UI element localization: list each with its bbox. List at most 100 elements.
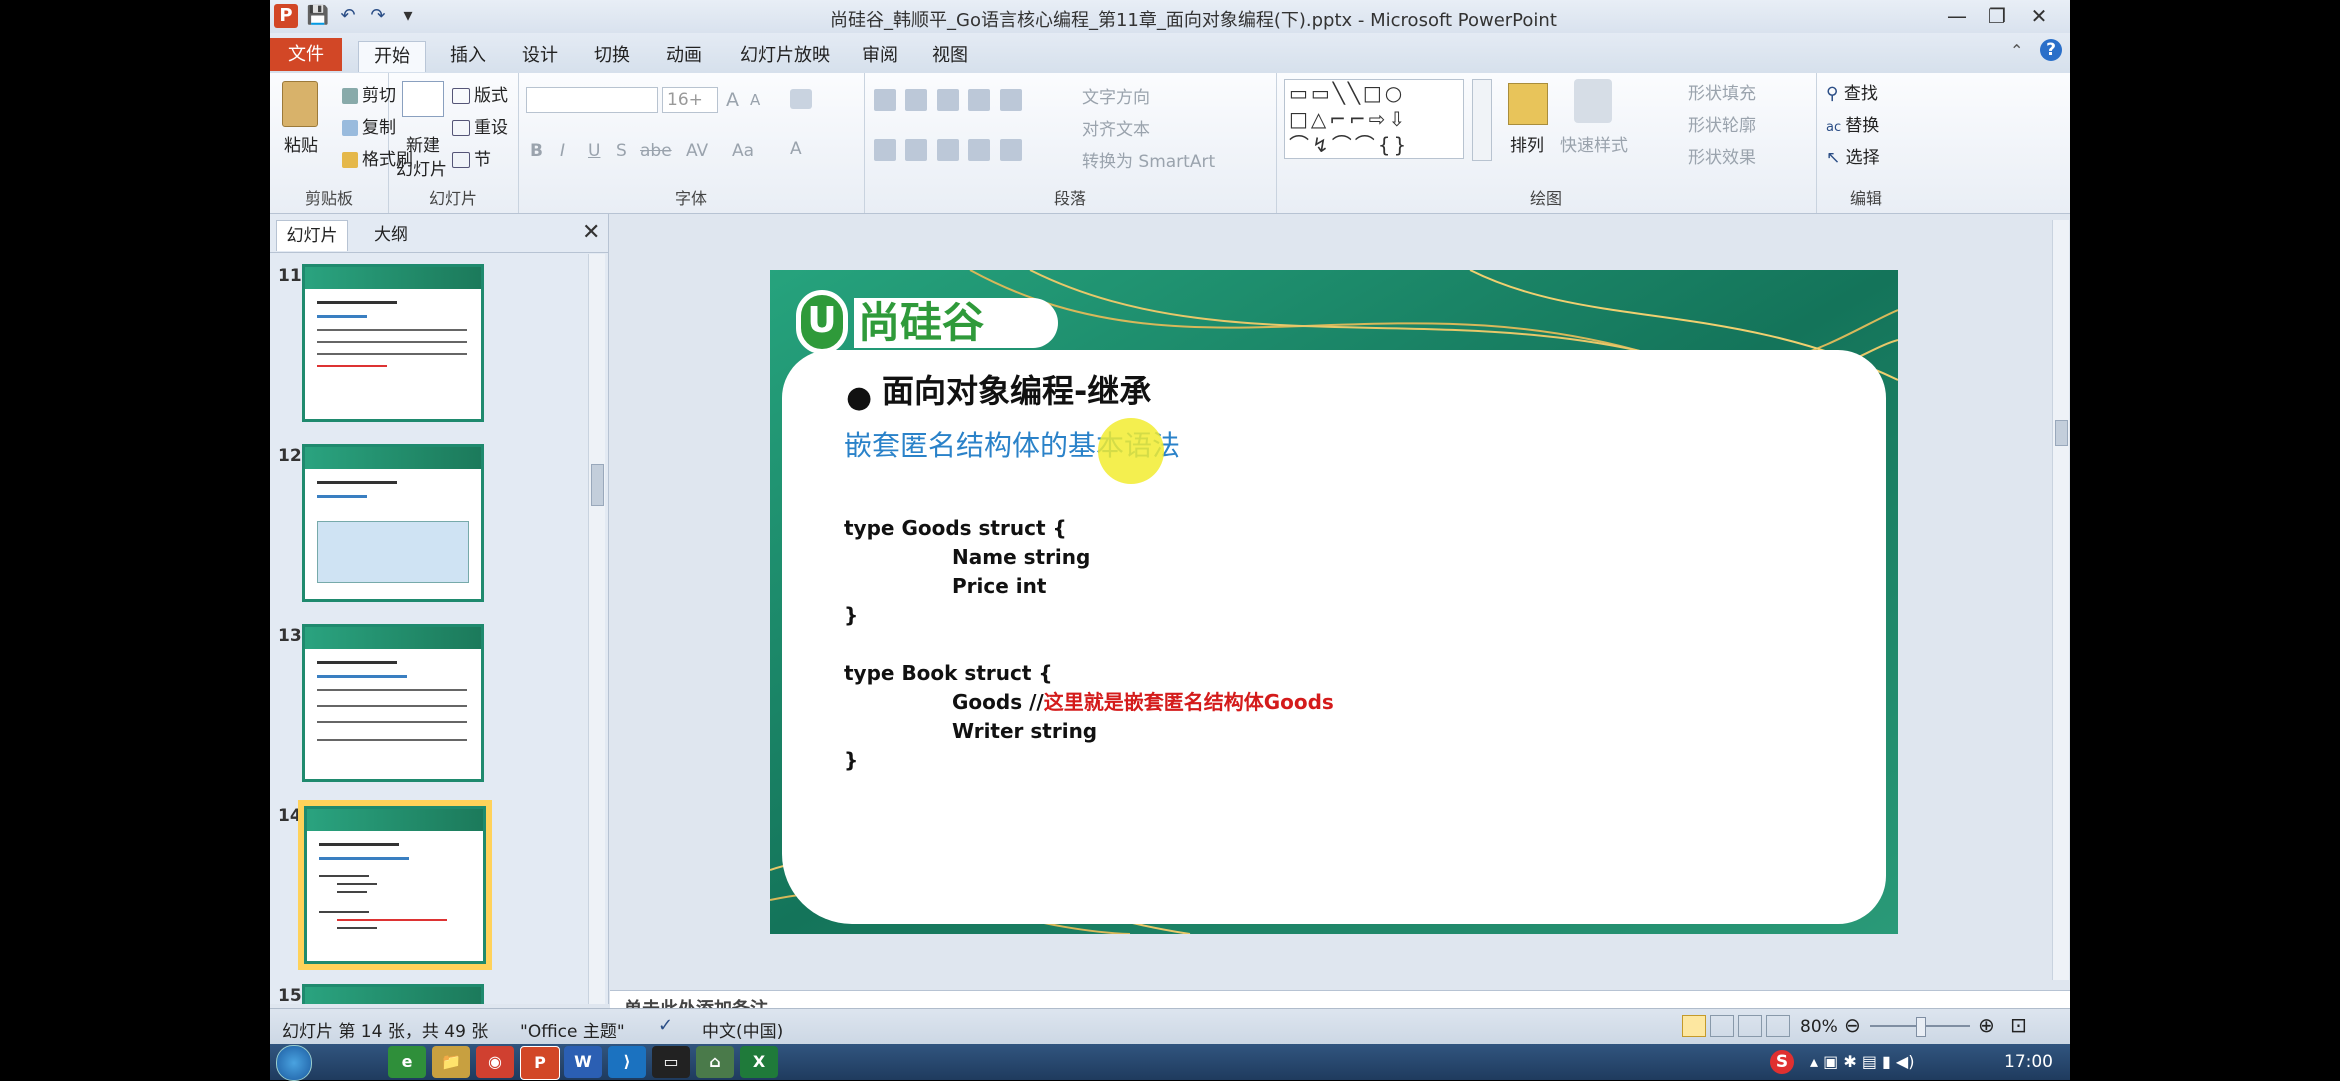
slide-thumbnail[interactable]	[302, 624, 484, 782]
tab-slides[interactable]: 幻灯片	[276, 220, 348, 251]
tab-view[interactable]: 视图	[920, 41, 980, 71]
tab-slideshow[interactable]: 幻灯片放映	[730, 41, 840, 71]
quick-styles-icon[interactable]	[1574, 79, 1612, 123]
arrange-button[interactable]: 排列	[1510, 131, 1544, 156]
shapes-gallery[interactable]: ▭▭╲╲□○ □△⌐⌐⇨⇩ ⌒↯⌒⌒{}	[1284, 79, 1464, 159]
start-button[interactable]	[276, 1045, 312, 1081]
shape-fill-button[interactable]: 形状填充	[1688, 79, 1756, 104]
shadow-button[interactable]: S	[616, 141, 627, 161]
italic-button[interactable]: I	[560, 141, 565, 161]
help-icon[interactable]: ?	[2040, 39, 2062, 61]
slideshow-view-icon[interactable]	[1766, 1015, 1790, 1037]
shape-effects-button[interactable]: 形状效果	[1688, 143, 1756, 168]
section-button[interactable]: 节	[452, 145, 491, 170]
taskbar-excel[interactable]: X	[740, 1046, 778, 1078]
taskbar-powerpoint[interactable]: P	[520, 1046, 560, 1080]
notes-placeholder[interactable]: 单击此处添加备注	[624, 995, 768, 1009]
zoom-level[interactable]: 80%	[1800, 1017, 1838, 1037]
tab-review[interactable]: 审阅	[850, 41, 910, 71]
clear-formatting-icon[interactable]	[790, 89, 812, 109]
bold-button[interactable]: B	[530, 141, 543, 161]
canvas-scroll-thumb[interactable]	[2055, 420, 2068, 446]
clock[interactable]: 17:00	[2004, 1052, 2053, 1072]
reset-button[interactable]: 重设	[452, 113, 508, 138]
minimize-button[interactable]: —	[1938, 2, 1976, 30]
shape-outline-button[interactable]: 形状轮廓	[1688, 111, 1756, 136]
slide[interactable]: U 尚硅谷 ● 面向对象编程-继承 嵌套匿名结构体的基本语法 type Good…	[770, 270, 1898, 934]
customize-quick-access-icon[interactable]: ▾	[396, 4, 420, 28]
shapes-gallery-scroll[interactable]	[1472, 79, 1492, 161]
zoom-in-icon[interactable]: ⊕	[1978, 1013, 1995, 1037]
slide-sorter-icon[interactable]	[1710, 1015, 1734, 1037]
taskbar-word[interactable]: W	[564, 1046, 602, 1078]
new-slide-label-2[interactable]: 幻灯片	[396, 155, 447, 180]
new-slide-icon[interactable]	[402, 81, 444, 117]
pane-scrollbar[interactable]	[588, 254, 605, 1004]
powerpoint-app-icon[interactable]: P	[274, 4, 298, 28]
tab-file[interactable]: 文件	[270, 38, 342, 71]
align-center-icon	[905, 139, 928, 161]
change-case-button[interactable]: Aa	[732, 141, 754, 161]
paste-button[interactable]: 粘贴	[284, 131, 318, 156]
tab-transitions[interactable]: 切换	[582, 41, 642, 71]
maximize-button[interactable]: ❐	[1978, 2, 2016, 30]
pane-scroll-thumb[interactable]	[591, 464, 604, 506]
new-slide-label-1[interactable]: 新建	[406, 131, 440, 156]
close-pane-icon[interactable]: ✕	[582, 220, 600, 245]
redo-icon[interactable]: ↷	[366, 4, 390, 28]
taskbar-app[interactable]: ⌂	[696, 1046, 734, 1078]
character-spacing-button[interactable]: AV	[686, 141, 708, 161]
slide-thumbnail[interactable]	[302, 264, 484, 422]
tab-animations[interactable]: 动画	[654, 41, 714, 71]
tab-design[interactable]: 设计	[510, 41, 570, 71]
notes-pane[interactable]: 单击此处添加备注	[610, 990, 2070, 1009]
zoom-out-icon[interactable]: ⊖	[1844, 1013, 1861, 1037]
font-size-combo[interactable]: 16+	[662, 87, 718, 113]
theme-name[interactable]: "Office 主题"	[520, 1017, 625, 1042]
find-button[interactable]: ⚲ 查找	[1826, 79, 1878, 104]
quick-styles-button[interactable]: 快速样式	[1560, 131, 1628, 156]
cursor-highlight	[1098, 418, 1164, 484]
save-icon[interactable]: 💾	[306, 4, 330, 28]
slide-thumbnail[interactable]	[302, 444, 484, 602]
convert-smartart-button[interactable]: 转换为 SmartArt	[1082, 147, 1215, 172]
tray-icons[interactable]: ▴ ▣ ✱ ▤ ▮ ◀)	[1810, 1052, 1914, 1071]
reading-view-icon[interactable]	[1738, 1015, 1762, 1037]
spellcheck-icon[interactable]: ✓	[658, 1015, 673, 1036]
align-buttons[interactable]	[874, 139, 1074, 161]
replace-button[interactable]: ac 替换	[1826, 111, 1879, 136]
normal-view-icon[interactable]	[1682, 1015, 1706, 1037]
underline-button[interactable]: U	[588, 141, 600, 161]
strikethrough-button[interactable]: abe	[640, 141, 672, 161]
code-text: Goods //	[952, 690, 1044, 714]
tab-insert[interactable]: 插入	[438, 41, 498, 71]
fit-slide-icon[interactable]: ⊡	[2010, 1013, 2027, 1037]
layout-button[interactable]: 版式	[452, 81, 508, 106]
slide-thumbnail[interactable]	[302, 984, 484, 1004]
list-buttons[interactable]	[874, 89, 1074, 111]
text-direction-button[interactable]: 文字方向	[1082, 83, 1150, 108]
taskbar-vscode[interactable]: ⟩	[608, 1046, 646, 1078]
taskbar-ie[interactable]: e	[388, 1046, 426, 1078]
shrink-font-button[interactable]: A	[750, 91, 760, 109]
input-method-icon[interactable]: S	[1770, 1050, 1794, 1074]
collapse-ribbon-icon[interactable]: ⌃	[2010, 41, 2023, 60]
align-text-button[interactable]: 对齐文本	[1082, 115, 1150, 140]
arrange-icon[interactable]	[1508, 83, 1548, 125]
font-color-button[interactable]: A	[790, 139, 802, 159]
grow-font-button[interactable]: A	[726, 89, 739, 111]
select-button[interactable]: ↖ 选择	[1826, 143, 1880, 168]
tab-home[interactable]: 开始	[358, 41, 426, 72]
close-button[interactable]: ✕	[2020, 2, 2058, 30]
paste-icon[interactable]	[282, 81, 318, 127]
language[interactable]: 中文(中国)	[702, 1017, 783, 1042]
font-name-combo[interactable]	[526, 87, 658, 113]
undo-icon[interactable]: ↶	[336, 4, 360, 28]
slide-thumbnail-selected[interactable]	[304, 806, 486, 964]
tab-outline[interactable]: 大纲	[356, 220, 426, 250]
taskbar-terminal[interactable]: ▭	[652, 1046, 690, 1078]
zoom-slider-thumb[interactable]	[1916, 1017, 1926, 1037]
canvas-scrollbar[interactable]	[2052, 220, 2069, 980]
taskbar-chrome[interactable]: ◉	[476, 1046, 514, 1078]
taskbar-explorer[interactable]: 📁	[432, 1046, 470, 1078]
